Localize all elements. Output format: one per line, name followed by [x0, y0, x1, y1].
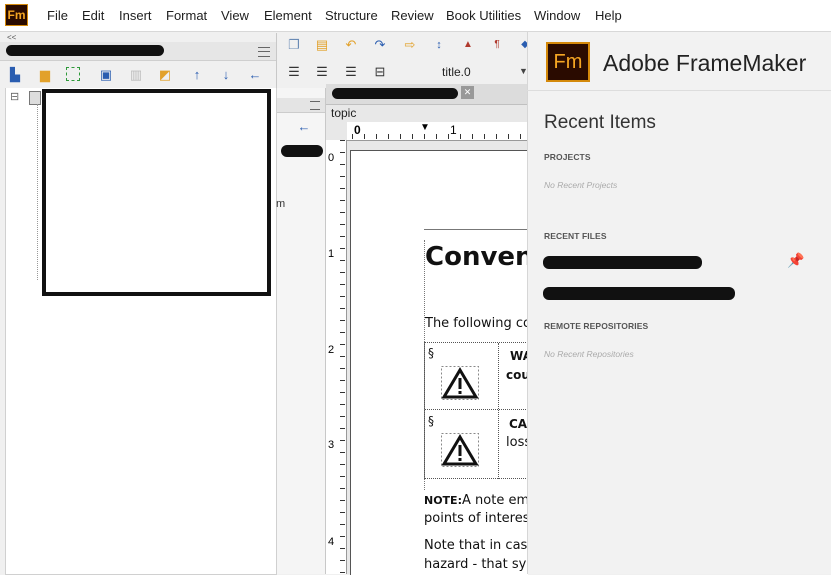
- row-marker-1: §: [428, 346, 434, 360]
- recent-file-item-redacted-2[interactable]: [543, 287, 735, 300]
- line-spacing-icon[interactable]: ⊟: [372, 64, 388, 80]
- paragraph-style-select[interactable]: title.0: [442, 65, 471, 79]
- refresh-folder-icon[interactable]: ◩: [157, 67, 173, 83]
- paragraph-line1[interactable]: Note that in cas: [424, 538, 527, 553]
- menu-edit[interactable]: Edit: [82, 8, 104, 23]
- menu-bar: Fm File Edit Insert Format View Element …: [0, 0, 831, 32]
- save-icon[interactable]: ▣: [98, 67, 114, 83]
- middle-panel: [277, 88, 326, 574]
- indent-marker-icon[interactable]: ▼: [420, 122, 430, 133]
- close-tab-icon[interactable]: ✕: [461, 86, 474, 99]
- collapse-panel-button[interactable]: <<: [7, 33, 16, 42]
- vruler-label-4: 4: [328, 536, 335, 548]
- row-marker-2: §: [428, 414, 434, 428]
- forward-icon[interactable]: ⇨: [402, 37, 418, 53]
- middle-panel-text: m: [276, 198, 286, 210]
- vruler-label-3: 3: [328, 439, 335, 451]
- framemaker-app-icon[interactable]: Fm: [5, 4, 28, 26]
- redacted-tree-content: [42, 89, 271, 296]
- tree-collapse-toggle[interactable]: ⊟: [10, 90, 19, 103]
- paste-icon[interactable]: ▤: [314, 37, 330, 53]
- recent-file-item-redacted[interactable]: [543, 256, 702, 269]
- horizontal-ruler: 0 1 ▼: [347, 122, 527, 141]
- move-down-icon[interactable]: ↓: [218, 67, 234, 83]
- back-arrow-icon[interactable]: ←: [296, 119, 312, 135]
- vruler-label-1: 1: [328, 248, 335, 260]
- menu-view[interactable]: View: [221, 8, 249, 23]
- breadcrumb[interactable]: topic: [331, 106, 356, 120]
- framemaker-logo: Fm: [546, 42, 590, 82]
- menu-window[interactable]: Window: [534, 8, 580, 23]
- menu-insert[interactable]: Insert: [119, 8, 152, 23]
- tree-guide-line: [37, 104, 38, 280]
- sort-icon[interactable]: ↕: [431, 37, 447, 53]
- move-up-icon[interactable]: ↑: [189, 67, 205, 83]
- welcome-divider: [527, 90, 831, 91]
- new-file-icon[interactable]: ▙: [7, 67, 23, 83]
- panel-menu-icon[interactable]: [258, 47, 270, 57]
- caution-icon: [441, 433, 479, 467]
- redo-icon[interactable]: ↷: [372, 37, 388, 53]
- note-label[interactable]: NOTE:: [424, 494, 462, 507]
- vruler-label-2: 2: [328, 344, 335, 356]
- wrap-element-icon[interactable]: ¶: [489, 37, 505, 53]
- remote-repositories-label: REMOTE REPOSITORIES: [544, 321, 649, 331]
- paragraph-line2[interactable]: hazard - that sy: [424, 557, 526, 572]
- align-left-icon[interactable]: ☰: [286, 64, 302, 80]
- copy-icon[interactable]: ❐: [286, 37, 302, 53]
- menu-element[interactable]: Element: [264, 8, 312, 23]
- delete-icon[interactable]: ▥: [128, 67, 144, 83]
- document-tab-bar: ✕: [326, 84, 527, 105]
- new-folder-icon[interactable]: ▆: [37, 67, 53, 83]
- text-frame-top: [424, 229, 527, 230]
- left-pane-titlebar: [0, 42, 276, 61]
- align-right-icon[interactable]: ☰: [343, 64, 359, 80]
- menu-structure[interactable]: Structure: [325, 8, 378, 23]
- ruler-ticks: [352, 134, 527, 139]
- tree-root-node-icon: [29, 91, 41, 105]
- document-toolbar: ❐ ▤ ↶ ↷ ⇨ ↕ ▲ ¶ ◆ ☰ ☰ ☰ ⊟ title.0 ▼: [278, 32, 529, 84]
- menu-book-utilities[interactable]: Book Utilities: [446, 8, 521, 23]
- menu-format[interactable]: Format: [166, 8, 207, 23]
- redacted-doc-tab-title: [332, 88, 458, 99]
- app-title: Adobe FrameMaker: [603, 50, 807, 76]
- projects-empty-text: No Recent Projects: [544, 180, 618, 190]
- left-toolbar: ▙ ▆ ▣ ▥ ◩ ↑ ↓ ←: [0, 62, 276, 86]
- align-center-icon[interactable]: ☰: [314, 64, 330, 80]
- document-intro-text[interactable]: The following co: [425, 316, 531, 331]
- menu-review[interactable]: Review: [391, 8, 434, 23]
- middle-panel-menu-icon[interactable]: [310, 101, 320, 110]
- note-text[interactable]: A note em: [462, 493, 529, 508]
- note-text-line2[interactable]: points of interes: [424, 511, 530, 526]
- table-col-divider: [498, 343, 499, 479]
- vruler-ticks: [340, 140, 345, 574]
- row2-title[interactable]: CA: [509, 417, 527, 431]
- undo-icon[interactable]: ↶: [343, 37, 359, 53]
- table-bottom: [425, 478, 528, 479]
- menu-file[interactable]: File: [47, 8, 68, 23]
- vertical-ruler: 0 1 2 3 4: [326, 140, 347, 574]
- add-selection-icon[interactable]: [66, 67, 80, 81]
- warning-icon: [441, 366, 479, 400]
- menu-help[interactable]: Help: [595, 8, 622, 23]
- recent-items-title: Recent Items: [544, 112, 656, 133]
- middle-panel-titlebar: [277, 98, 325, 113]
- table-row-divider: [425, 409, 528, 410]
- recent-files-label: RECENT FILES: [544, 231, 607, 241]
- redacted-item: [281, 145, 323, 157]
- insert-element-icon[interactable]: ▲: [460, 37, 476, 53]
- redacted-title: [6, 45, 164, 56]
- pin-icon[interactable]: 📌: [787, 252, 804, 269]
- projects-label: PROJECTS: [544, 152, 591, 162]
- vruler-label-0: 0: [328, 152, 335, 164]
- remote-repositories-empty-text: No Recent Repositories: [544, 349, 634, 359]
- move-left-icon[interactable]: ←: [247, 67, 263, 83]
